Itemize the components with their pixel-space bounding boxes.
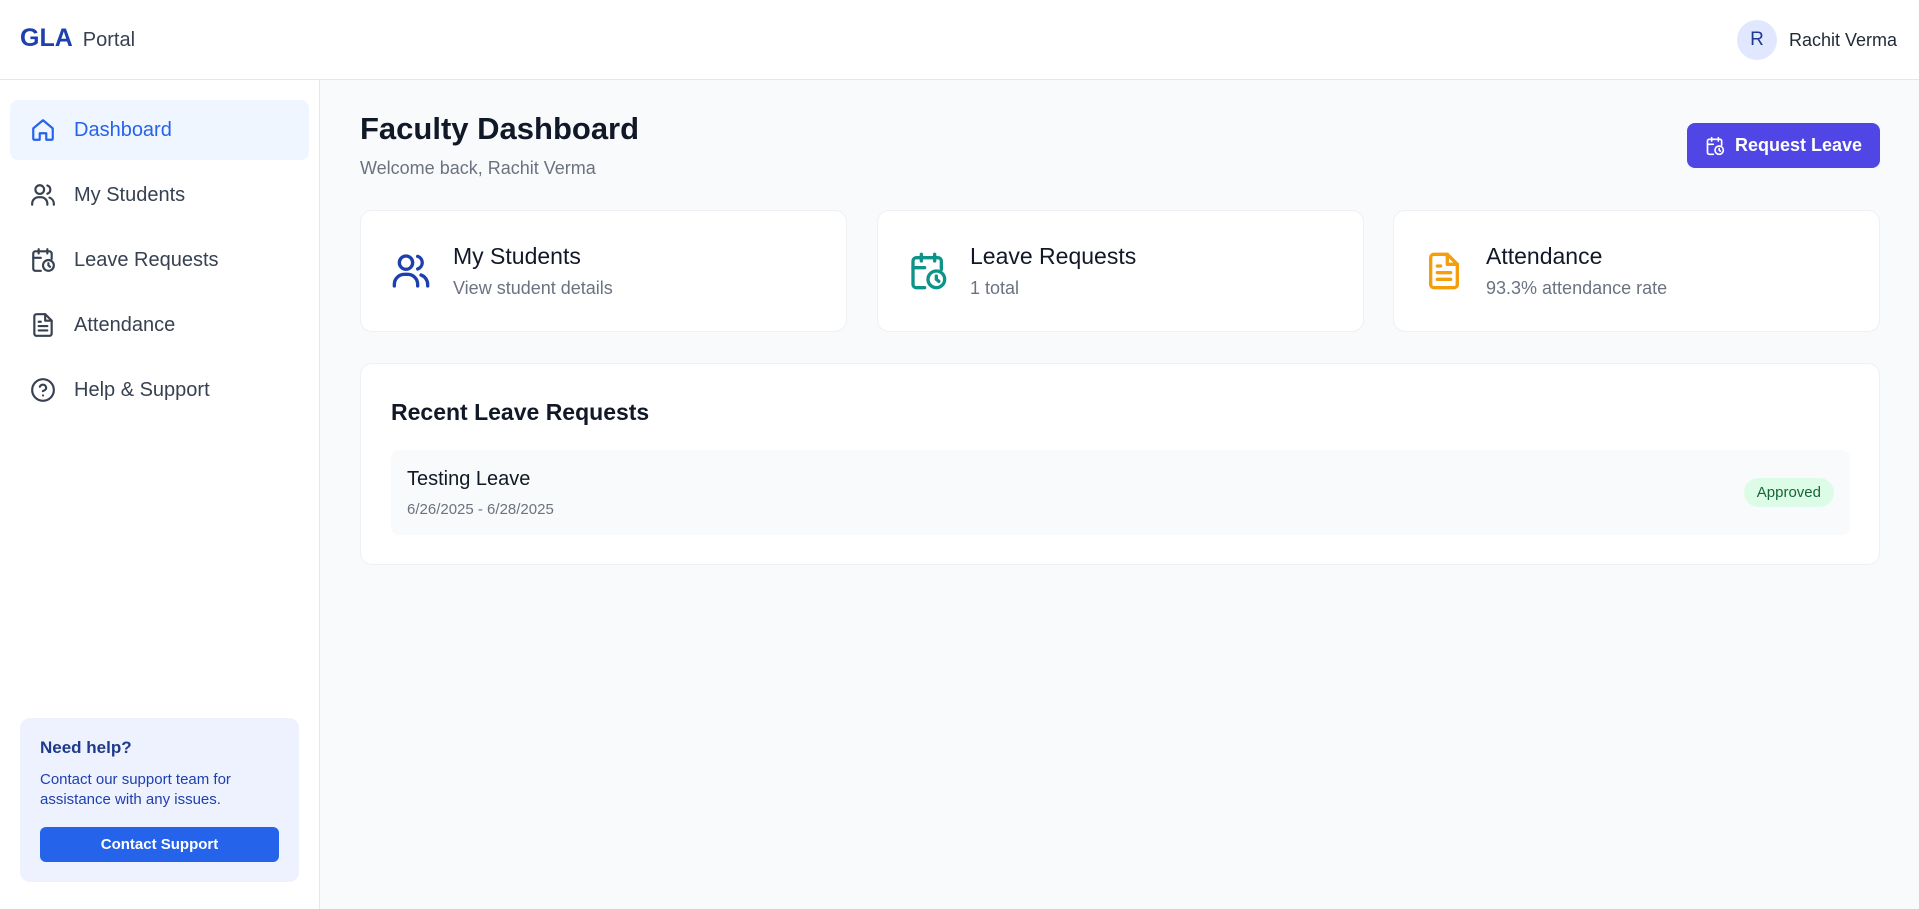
card-title: Leave Requests xyxy=(970,243,1137,269)
calendar-clock-icon xyxy=(1706,136,1725,155)
card-subtitle: 1 total xyxy=(970,278,1020,298)
help-text: Contact our support team for assistance … xyxy=(40,771,231,808)
sidebar: Dashboard My Students Leave Requests Att… xyxy=(0,80,320,909)
contact-support-button[interactable]: Contact Support xyxy=(40,827,279,862)
page-title: Faculty Dashboard xyxy=(360,111,640,146)
sidebar-item-label: Dashboard xyxy=(74,118,172,141)
home-icon xyxy=(32,119,54,141)
user-name: Rachit Verma xyxy=(1788,29,1897,50)
users-icon xyxy=(31,184,55,206)
list-item[interactable]: Testing Leave 6/26/2025 - 6/28/2025 Appr… xyxy=(391,450,1850,535)
status-badge: Approved xyxy=(1743,478,1834,507)
request-leave-button[interactable]: Request Leave xyxy=(1687,123,1880,168)
request-leave-label: Request Leave xyxy=(1734,135,1863,155)
brand-logo[interactable]: GLA Portal xyxy=(20,24,135,53)
sidebar-item-attendance[interactable]: Attendance xyxy=(10,295,309,355)
calendar-clock-icon xyxy=(911,252,947,290)
sidebar-item-dashboard[interactable]: Dashboard xyxy=(10,100,309,160)
leave-name: Testing Leave xyxy=(407,468,531,490)
users-icon xyxy=(392,254,430,288)
sidebar-nav: Dashboard My Students Leave Requests Att… xyxy=(10,100,309,425)
help-title: Need help? xyxy=(40,738,132,757)
page-subtitle: Welcome back, Rachit Verma xyxy=(360,158,596,178)
recent-leave-requests-panel: Recent Leave Requests Testing Leave 6/26… xyxy=(360,363,1880,565)
card-my-students[interactable]: My Students View student details xyxy=(360,210,847,332)
document-icon xyxy=(1429,252,1459,290)
sidebar-item-my-students[interactable]: My Students xyxy=(10,165,309,225)
help-box: Need help? Contact our support team for … xyxy=(20,718,299,882)
user-menu[interactable]: R Rachit Verma xyxy=(1736,20,1897,60)
calendar-clock-icon xyxy=(32,248,55,272)
card-title: Attendance xyxy=(1486,243,1603,269)
leave-dates: 6/26/2025 - 6/28/2025 xyxy=(407,501,554,518)
brand-name: GLA xyxy=(20,24,73,52)
card-title: My Students xyxy=(453,243,581,269)
card-subtitle: 93.3% attendance rate xyxy=(1486,278,1668,298)
brand-portal-label: Portal xyxy=(82,29,136,51)
sidebar-item-label: Attendance xyxy=(74,313,176,336)
sidebar-item-label: My Students xyxy=(74,183,186,206)
avatar[interactable]: R xyxy=(1736,20,1777,60)
sidebar-item-leave-requests[interactable]: Leave Requests xyxy=(10,230,309,290)
card-attendance[interactable]: Attendance 93.3% attendance rate xyxy=(1393,210,1880,332)
top-bar: GLA Portal R Rachit Verma xyxy=(0,0,1919,80)
card-leave-requests[interactable]: Leave Requests 1 total xyxy=(877,210,1364,332)
document-icon xyxy=(33,313,53,337)
panel-title: Recent Leave Requests xyxy=(391,399,650,425)
help-circle-icon xyxy=(31,378,55,402)
card-subtitle: View student details xyxy=(453,278,613,298)
sidebar-item-label: Help & Support xyxy=(74,378,210,401)
sidebar-item-label: Leave Requests xyxy=(74,248,219,271)
sidebar-item-help-support[interactable]: Help & Support xyxy=(10,360,309,420)
